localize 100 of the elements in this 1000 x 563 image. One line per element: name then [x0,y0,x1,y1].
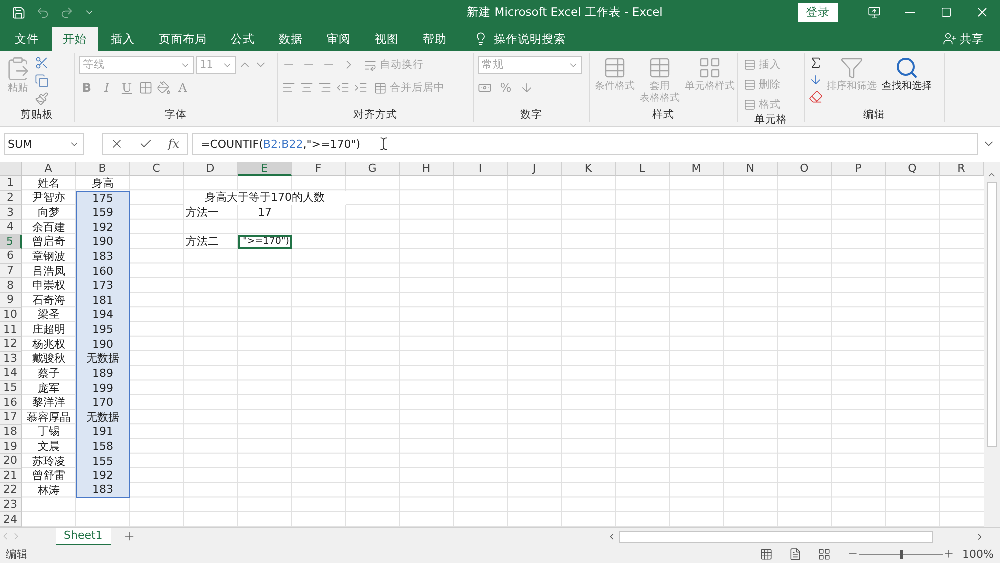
row-header[interactable]: 10 [0,308,22,322]
row-header[interactable]: 22 [0,483,22,498]
redo-icon[interactable] [60,6,74,20]
save-icon[interactable] [12,6,26,20]
menu-tab[interactable]: 审阅 [316,27,362,51]
column-header[interactable]: Q [886,162,940,176]
menu-tab[interactable]: 开始 [52,27,98,51]
column-header[interactable]: L [616,162,670,176]
table-cell: 170 [76,395,130,410]
column-header[interactable]: C [130,162,184,176]
row-header[interactable]: 16 [0,395,22,410]
eraser-icon[interactable] [809,90,823,104]
insert-function-button[interactable]: fx [168,137,180,151]
column-header[interactable]: F [292,162,346,176]
row-header[interactable]: 5 [0,234,22,250]
row-header[interactable]: 12 [0,336,22,352]
decrease-indent-icon[interactable] [336,81,350,95]
align-left-icon[interactable] [282,81,296,95]
column-header[interactable]: B [76,162,130,176]
align-center-icon[interactable] [300,81,314,95]
table-cell: 190 [76,234,130,250]
sum-icon[interactable] [809,56,823,70]
currency-icon[interactable] [478,81,492,95]
zoom-in-icon[interactable] [942,548,955,560]
menu-tab[interactable]: 公式 [220,27,266,51]
row-header[interactable]: 21 [0,468,22,484]
select-all-corner[interactable] [0,162,22,176]
row-header[interactable]: 11 [0,322,22,337]
normal-view-icon[interactable] [760,548,773,560]
column-header[interactable]: O [778,162,832,176]
login-button[interactable]: 登录 [798,3,838,22]
column-header[interactable]: P [832,162,886,176]
column-header[interactable]: M [670,162,724,176]
row-header[interactable]: 17 [0,410,22,425]
column-header[interactable]: N [724,162,778,176]
table-cell: 192 [76,468,130,484]
increase-indent-icon[interactable] [354,81,368,95]
sheet-tab[interactable]: Sheet1 [56,528,111,546]
row-header[interactable]: 13 [0,352,22,366]
table-cell: 无数据 [76,352,130,366]
zoom-level[interactable]: 100% [962,548,994,560]
row-header[interactable]: 1 [0,176,22,191]
menu-tab[interactable]: 页面布局 [148,27,218,51]
column-header[interactable]: J [508,162,562,176]
column-header[interactable]: K [562,162,616,176]
row-header[interactable]: 3 [0,205,22,220]
copy-icon[interactable] [35,74,49,88]
menu-tab[interactable]: 文件 [4,27,50,51]
row-header[interactable]: 20 [0,454,22,468]
wrap-text-icon [364,58,377,72]
cut-icon[interactable] [35,56,49,70]
row-header[interactable]: 7 [0,264,22,278]
menu-tab[interactable]: 帮助 [412,27,458,51]
active-cell[interactable]: ">=170") [238,234,292,250]
add-sheet-icon[interactable] [122,530,136,543]
tell-me-search[interactable]: 操作说明搜索 [468,27,572,51]
menu-tab[interactable]: 插入 [100,27,146,51]
row-header[interactable]: 19 [0,439,22,454]
column-header[interactable]: E [238,162,292,176]
column-header[interactable]: I [454,162,508,176]
align-right-icon[interactable] [318,81,332,95]
menu-tab[interactable]: 数据 [268,27,314,51]
fill-color-icon[interactable] [157,81,171,95]
group-label: 剪贴板 [20,109,54,122]
table-cell: 175 [76,190,130,206]
rows-icon [744,99,756,111]
table-icon [648,56,672,80]
column-header[interactable]: G [346,162,400,176]
formula-field[interactable]: =COUNTIF(B2:B22,">=170") [192,133,978,155]
table-cell: 155 [76,454,130,468]
row-header[interactable]: 24 [0,512,22,527]
row-header[interactable]: 15 [0,380,22,396]
vertical-scrollbar[interactable] [984,162,1000,527]
row-header[interactable]: 9 [0,293,22,308]
row-header[interactable]: 6 [0,249,22,264]
row-header[interactable]: 2 [0,190,22,206]
table-cell: 190 [76,336,130,352]
undo-icon[interactable] [36,6,50,20]
scroll-thumb[interactable] [619,530,933,542]
format-painter-icon[interactable] [35,92,49,106]
column-header[interactable]: D [184,162,238,176]
column-header[interactable]: A [22,162,76,176]
border-icon[interactable] [139,81,153,95]
scroll-thumb[interactable] [987,182,997,447]
find-select-button[interactable]: 查找和选择 [881,56,933,109]
zoom-slider-thumb[interactable] [900,550,903,558]
row-header[interactable]: 4 [0,220,22,234]
page-break-icon[interactable] [818,548,831,560]
menu-tab[interactable]: 视图 [364,27,410,51]
page-layout-icon[interactable] [788,548,802,560]
name-box[interactable]: SUM [4,133,84,155]
window-title: 新建 Microsoft Excel 工作表 - Excel [466,5,664,20]
row-header[interactable]: 8 [0,278,22,293]
row-header[interactable]: 23 [0,498,22,512]
column-header[interactable]: R [940,162,984,176]
row-header[interactable]: 18 [0,424,22,440]
fill-down-icon[interactable] [809,73,823,87]
column-header[interactable]: H [400,162,454,176]
share-button[interactable]: 共享 [937,27,990,51]
row-header[interactable]: 14 [0,366,22,381]
